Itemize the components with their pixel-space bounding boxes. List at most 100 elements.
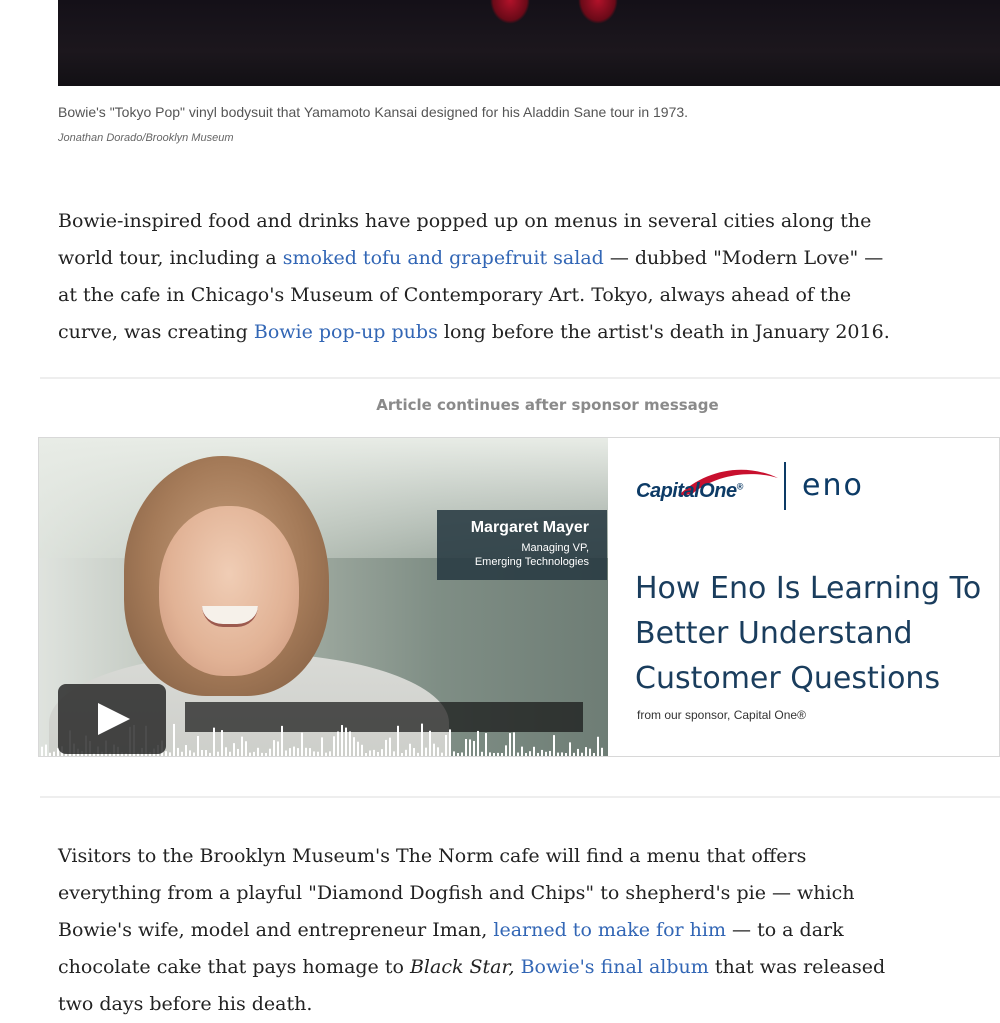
waveform-bar xyxy=(385,739,387,756)
photo-face xyxy=(159,506,299,676)
article-paragraph-2: Visitors to the Brooklyn Museum's The No… xyxy=(58,838,898,1023)
waveform-bar xyxy=(333,736,335,756)
sponsor-ad[interactable]: Margaret Mayer Managing VP, Emerging Tec… xyxy=(38,437,1000,757)
waveform-bar xyxy=(505,745,507,756)
boot-right xyxy=(578,0,618,24)
waveform-bar xyxy=(497,752,499,756)
waveform-bar xyxy=(53,751,55,756)
waveform-bar xyxy=(237,748,239,756)
waveform-bar xyxy=(253,751,255,756)
waveform-bar xyxy=(457,752,459,756)
waveform-bar xyxy=(305,747,307,756)
speaker-name: Margaret Mayer xyxy=(470,519,589,536)
waveform-bar xyxy=(417,752,419,756)
waveform-bar xyxy=(265,752,267,756)
waveform-bar xyxy=(589,748,591,756)
waveform-bar xyxy=(429,730,431,756)
play-button[interactable] xyxy=(58,684,166,754)
waveform-bar xyxy=(401,752,403,756)
waveform-bar xyxy=(421,723,423,756)
waveform-bar xyxy=(209,752,211,756)
waveform-bar xyxy=(533,746,535,756)
waveform-bar xyxy=(405,749,407,756)
ad-video[interactable]: Margaret Mayer Managing VP, Emerging Tec… xyxy=(39,438,608,756)
ad-logo[interactable]: CapitalOne® eno xyxy=(636,460,976,510)
waveform-bar xyxy=(341,725,343,756)
waveform-bar xyxy=(445,734,447,756)
waveform-bar xyxy=(257,747,259,756)
waveform-bar xyxy=(357,741,359,756)
image-caption: Bowie's "Tokyo Pop" vinyl bodysuit that … xyxy=(58,104,689,120)
waveform-bar xyxy=(529,751,531,756)
waveform-bar xyxy=(301,732,303,756)
waveform-bar xyxy=(373,749,375,756)
waveform-bar xyxy=(425,747,427,756)
waveform-bar xyxy=(561,752,563,756)
waveform-bar xyxy=(309,748,311,756)
waveform-bar xyxy=(437,747,439,756)
logo-divider xyxy=(784,462,786,510)
link-bowies-final-album[interactable]: Bowie's final album xyxy=(521,956,709,978)
waveform-bar xyxy=(553,735,555,756)
waveform-bar xyxy=(569,742,571,756)
divider xyxy=(40,377,1000,379)
link-bowie-pop-up-pubs[interactable]: Bowie pop-up pubs xyxy=(254,321,438,343)
waveform-bar xyxy=(537,752,539,756)
waveform-bar xyxy=(517,752,519,756)
waveform-bar xyxy=(593,752,595,756)
waveform-bar xyxy=(225,747,227,756)
waveform-bar xyxy=(353,737,355,756)
sponsor-message-label: Article continues after sponsor message xyxy=(376,396,719,414)
waveform-bar xyxy=(345,727,347,756)
waveform-bar xyxy=(449,729,451,756)
waveform-bar xyxy=(261,752,263,756)
waveform-bar xyxy=(597,736,599,756)
waveform-bar xyxy=(481,751,483,756)
waveform-bar xyxy=(573,752,575,756)
waveform-bar xyxy=(525,752,527,756)
waveform-bar xyxy=(181,751,183,756)
waveform-bar xyxy=(365,752,367,756)
waveform-bar xyxy=(281,725,283,756)
waveform-bar xyxy=(201,749,203,756)
eno-logo: eno xyxy=(802,468,864,503)
waveform-bar xyxy=(409,743,411,756)
ad-headline[interactable]: How Eno Is Learning To Better Understand… xyxy=(635,566,995,701)
waveform-bar xyxy=(213,727,215,756)
play-icon xyxy=(98,703,130,735)
link-smoked-tofu-salad[interactable]: smoked tofu and grapefruit salad xyxy=(283,247,604,269)
waveform-bar xyxy=(49,752,51,756)
waveform-bar xyxy=(601,747,603,756)
waveform-bar xyxy=(197,735,199,756)
hero-image xyxy=(58,0,1000,86)
waveform-bar xyxy=(473,740,475,756)
waveform-bar xyxy=(585,747,587,756)
waveform-bar xyxy=(173,723,175,756)
waveform-bar xyxy=(489,752,491,756)
waveform-bar xyxy=(501,752,503,756)
waveform-bar xyxy=(177,747,179,756)
waveform-bar xyxy=(361,744,363,756)
waveform-bar xyxy=(229,751,231,756)
album-title: Black Star, xyxy=(409,956,515,978)
waveform-bar xyxy=(285,750,287,756)
waveform-bar xyxy=(293,746,295,756)
waveform-bar xyxy=(581,752,583,756)
waveform-bar xyxy=(465,739,467,756)
waveform-bar xyxy=(317,751,319,756)
waveform-bar xyxy=(221,730,223,756)
waveform-bar xyxy=(241,736,243,756)
ad-sponsor-line: from our sponsor, Capital One® xyxy=(637,708,806,722)
waveform-bar xyxy=(541,749,543,756)
waveform-bar xyxy=(165,751,167,756)
waveform-bar xyxy=(393,751,395,756)
link-learned-to-make-for-him[interactable]: learned to make for him xyxy=(493,919,726,941)
speaker-name-card: Margaret Mayer Managing VP, Emerging Tec… xyxy=(437,510,607,580)
waveform-bar xyxy=(477,730,479,756)
waveform-bar xyxy=(545,751,547,756)
waveform-bar xyxy=(205,750,207,756)
waveform-bar xyxy=(337,731,339,756)
waveform-bar xyxy=(453,751,455,756)
waveform-bar xyxy=(169,752,171,756)
waveform-bar xyxy=(313,751,315,756)
